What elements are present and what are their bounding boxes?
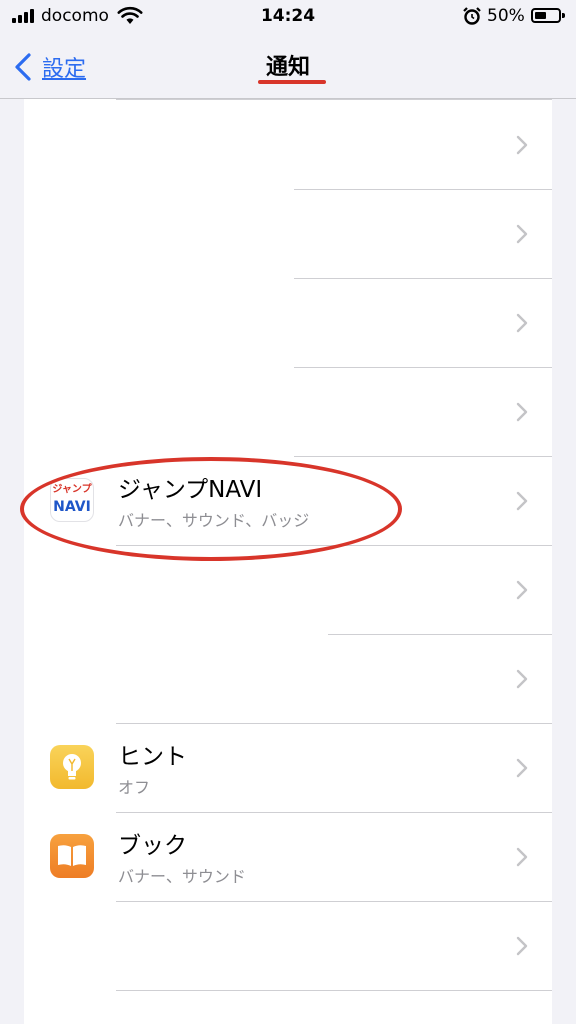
notification-style: オフ <box>118 778 151 797</box>
status-bar: docomo 14:24 50% <box>0 0 576 34</box>
list-item[interactable] <box>24 278 552 367</box>
chevron-right-icon <box>516 936 528 956</box>
chevron-right-icon <box>516 847 528 867</box>
list-item[interactable] <box>24 634 552 723</box>
alarm-icon <box>463 7 481 25</box>
list-item-books[interactable]: ブック バナー、サウンド <box>24 812 552 901</box>
list-item[interactable] <box>24 901 552 990</box>
row-separator <box>116 990 552 991</box>
chevron-right-icon <box>516 135 528 155</box>
jump-navi-app-icon: ジャンプ NAVI <box>50 478 94 522</box>
app-name: ブック <box>118 833 187 859</box>
title-annotation-underline <box>258 80 326 84</box>
chevron-right-icon <box>516 224 528 244</box>
list-item[interactable] <box>24 367 552 456</box>
chevron-right-icon <box>516 491 528 511</box>
notification-style: バナー、サウンド、バッジ <box>118 511 310 530</box>
books-icon <box>50 834 94 878</box>
app-name: ジャンプNAVI <box>118 477 263 503</box>
tips-lightbulb-icon <box>50 745 94 789</box>
list-item-jump-navi[interactable]: ジャンプ NAVI ジャンプNAVI バナー、サウンド、バッジ <box>24 456 552 545</box>
list-item[interactable] <box>24 545 552 634</box>
page-title: 通知 <box>265 55 310 80</box>
chevron-right-icon <box>516 669 528 689</box>
battery-percentage: 50% <box>487 6 525 26</box>
list-item-tips[interactable]: ヒント オフ <box>24 723 552 812</box>
list-item[interactable] <box>24 100 552 189</box>
list-item[interactable] <box>24 189 552 278</box>
notification-style: バナー、サウンド <box>118 867 246 886</box>
chevron-right-icon <box>516 313 528 333</box>
navigation-bar: 設定 通知 <box>0 34 576 99</box>
battery-icon <box>531 8 565 23</box>
notification-app-list: ジャンプ NAVI ジャンプNAVI バナー、サウンド、バッジ ヒント オフ ブ… <box>24 99 552 1024</box>
chevron-right-icon <box>516 402 528 422</box>
app-name: ヒント <box>118 744 187 770</box>
chevron-right-icon <box>516 758 528 778</box>
chevron-right-icon <box>516 580 528 600</box>
